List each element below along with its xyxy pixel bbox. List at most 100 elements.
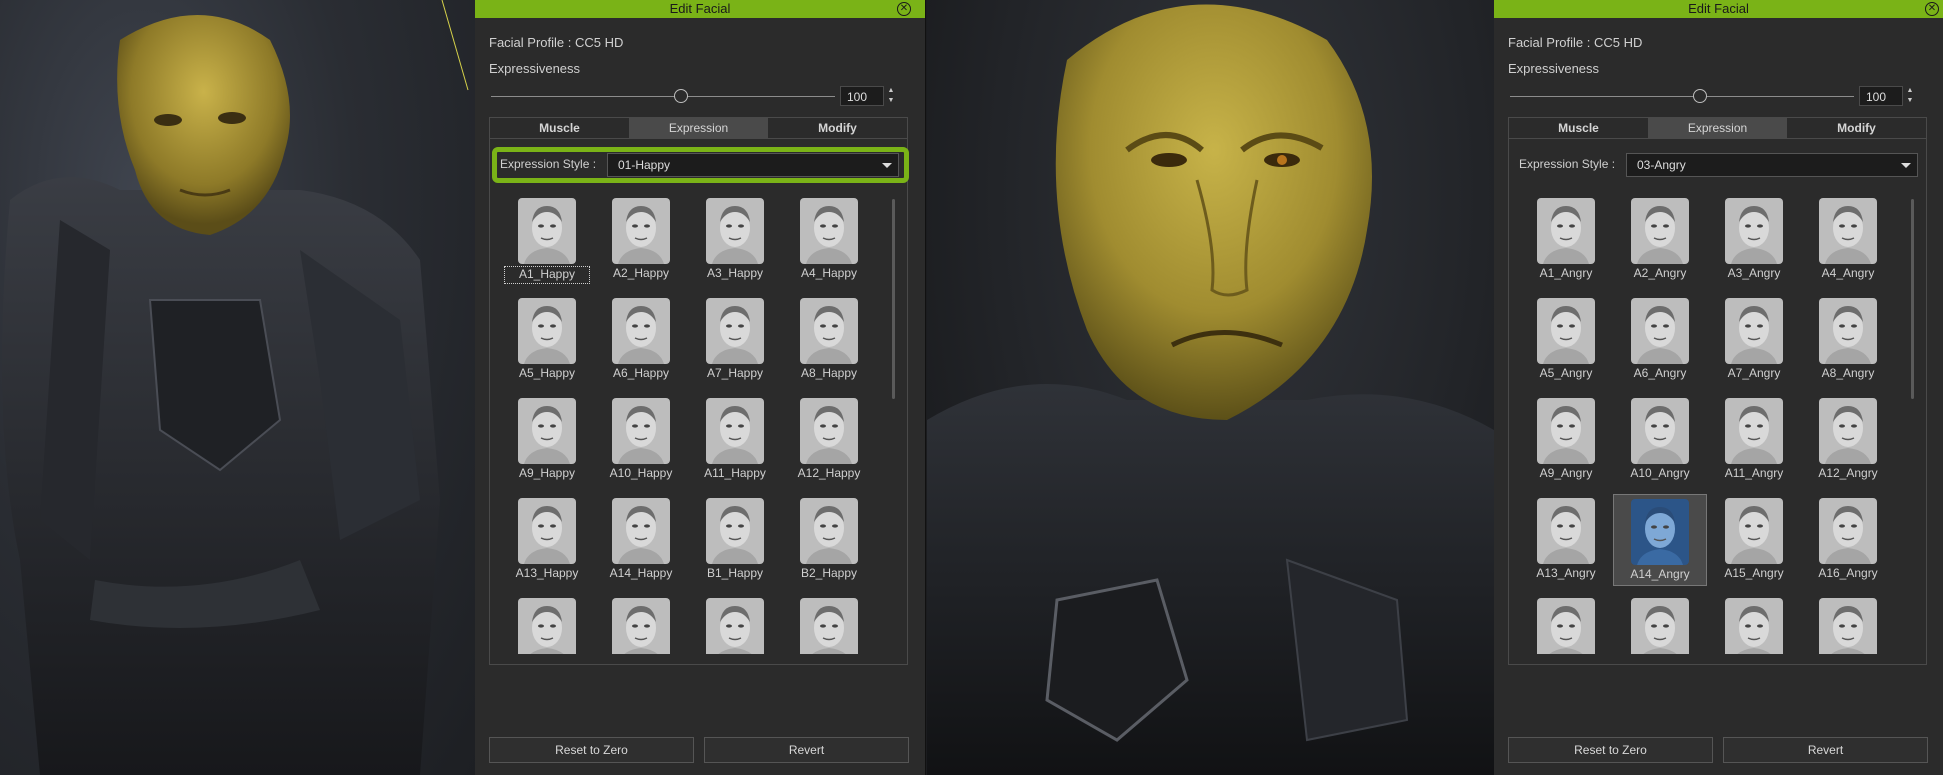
expression-thumbnail[interactable]: A9_Angry bbox=[1519, 394, 1613, 486]
expression-thumbnail[interactable]: A12_Angry bbox=[1801, 394, 1895, 486]
expression-thumbnail[interactable]: A1_Happy bbox=[500, 194, 594, 286]
face-thumbnail-icon bbox=[518, 598, 576, 654]
reset-to-zero-button[interactable]: Reset to Zero bbox=[1508, 737, 1713, 763]
expression-thumbnail[interactable]: B2_Happy bbox=[782, 494, 876, 586]
facial-tabs: Muscle Expression Modify bbox=[1508, 117, 1927, 139]
expression-thumbnail[interactable]: A5_Angry bbox=[1519, 294, 1613, 386]
expression-thumbnail[interactable]: A3_Happy bbox=[688, 194, 782, 286]
expression-style-dropdown[interactable]: 03-Angry bbox=[1626, 153, 1918, 177]
face-thumbnail-icon bbox=[1537, 598, 1595, 654]
tab-muscle[interactable]: Muscle bbox=[490, 118, 629, 138]
expression-thumbnail[interactable]: A1_Angry bbox=[1519, 194, 1613, 286]
face-thumbnail-icon bbox=[706, 398, 764, 464]
spin-up-icon[interactable]: ▲ bbox=[1904, 86, 1916, 96]
expression-thumbnail[interactable]: A13_Happy bbox=[500, 494, 594, 586]
expression-thumbnail[interactable]: A16_Angry bbox=[1801, 494, 1895, 586]
spin-up-icon[interactable]: ▲ bbox=[885, 86, 897, 96]
expression-thumbnail[interactable] bbox=[1519, 594, 1613, 654]
expression-thumbnail[interactable]: A8_Happy bbox=[782, 294, 876, 386]
tab-expression[interactable]: Expression bbox=[1648, 118, 1787, 138]
face-thumbnail-icon bbox=[1819, 198, 1877, 264]
expression-thumbnail[interactable] bbox=[1801, 594, 1895, 654]
expression-thumbnail[interactable]: A3_Angry bbox=[1707, 194, 1801, 286]
expressiveness-slider-thumb[interactable] bbox=[1693, 89, 1708, 103]
revert-button[interactable]: Revert bbox=[704, 737, 909, 763]
expression-thumbnail[interactable]: A10_Angry bbox=[1613, 394, 1707, 486]
expression-thumbnail[interactable]: A5_Happy bbox=[500, 294, 594, 386]
face-thumbnail-icon bbox=[1631, 198, 1689, 264]
expression-style-dropdown[interactable]: 01-Happy bbox=[607, 153, 899, 177]
close-icon[interactable]: ✕ bbox=[897, 2, 911, 16]
face-thumbnail-icon bbox=[1725, 398, 1783, 464]
tab-modify[interactable]: Modify bbox=[1787, 118, 1926, 138]
expression-thumbnail[interactable]: A13_Angry bbox=[1519, 494, 1613, 586]
expression-thumbnail[interactable]: A2_Angry bbox=[1613, 194, 1707, 286]
expression-thumbnail[interactable]: A4_Angry bbox=[1801, 194, 1895, 286]
expression-thumbnail[interactable]: A8_Angry bbox=[1801, 294, 1895, 386]
expression-thumbnail[interactable] bbox=[1707, 594, 1801, 654]
face-thumbnail-icon bbox=[1631, 398, 1689, 464]
expressiveness-spinner[interactable]: ▲ ▼ bbox=[1904, 86, 1916, 106]
expression-thumbnail[interactable] bbox=[594, 594, 688, 654]
expression-thumbnail-grid[interactable]: A1_Happy A2_Happy A3_Happy A4_Happy A5_Happy… bbox=[500, 194, 880, 654]
grid-scrollbar[interactable] bbox=[892, 199, 895, 399]
chevron-down-icon[interactable] bbox=[1901, 163, 1911, 168]
expression-thumbnail[interactable]: A12_Happy bbox=[782, 394, 876, 486]
expression-thumbnail-label: A2_Angry bbox=[1633, 266, 1687, 280]
expression-thumbnail-image bbox=[706, 198, 764, 264]
face-thumbnail-icon bbox=[1725, 298, 1783, 364]
revert-button[interactable]: Revert bbox=[1723, 737, 1928, 763]
close-icon[interactable]: ✕ bbox=[1925, 2, 1939, 16]
expressiveness-value-field[interactable]: 100 bbox=[840, 86, 884, 106]
expressiveness-slider-thumb[interactable] bbox=[674, 89, 689, 103]
expression-thumbnail[interactable]: A2_Happy bbox=[594, 194, 688, 286]
expression-thumbnail[interactable]: A6_Happy bbox=[594, 294, 688, 386]
expression-thumbnail[interactable]: A4_Happy bbox=[782, 194, 876, 286]
expression-thumbnail[interactable]: A6_Angry bbox=[1613, 294, 1707, 386]
expression-thumbnail[interactable]: A11_Happy bbox=[688, 394, 782, 486]
expression-thumbnail[interactable]: A14_Angry bbox=[1613, 494, 1707, 586]
chevron-down-icon[interactable] bbox=[882, 163, 892, 168]
expression-thumbnail-label: A14_Happy bbox=[609, 566, 673, 580]
viewport-closeup[interactable] bbox=[927, 0, 1494, 775]
expression-thumbnail[interactable] bbox=[782, 594, 876, 654]
face-thumbnail-icon bbox=[518, 398, 576, 464]
expression-thumbnail-label: A4_Angry bbox=[1821, 266, 1875, 280]
tab-muscle[interactable]: Muscle bbox=[1509, 118, 1648, 138]
panel-title: Edit Facial bbox=[669, 1, 731, 16]
expression-thumbnail[interactable]: A14_Happy bbox=[594, 494, 688, 586]
spin-down-icon[interactable]: ▼ bbox=[1904, 96, 1916, 106]
viewport-left[interactable] bbox=[0, 0, 475, 775]
grid-scrollbar[interactable] bbox=[1911, 199, 1914, 399]
reset-to-zero-button[interactable]: Reset to Zero bbox=[489, 737, 694, 763]
face-thumbnail-icon bbox=[612, 598, 670, 654]
expression-thumbnail-label: A9_Happy bbox=[518, 466, 576, 480]
expression-thumbnail[interactable]: A9_Happy bbox=[500, 394, 594, 486]
expression-thumbnail-image bbox=[1537, 298, 1595, 364]
expression-thumbnail[interactable]: B1_Happy bbox=[688, 494, 782, 586]
expressiveness-slider-track[interactable] bbox=[491, 96, 835, 97]
expressiveness-spinner[interactable]: ▲ ▼ bbox=[885, 86, 897, 106]
expression-thumbnail-image bbox=[1537, 198, 1595, 264]
expression-thumbnail-image bbox=[518, 598, 576, 654]
expression-thumbnail[interactable] bbox=[688, 594, 782, 654]
expression-thumbnail[interactable]: A7_Happy bbox=[688, 294, 782, 386]
tab-expression[interactable]: Expression bbox=[629, 118, 768, 138]
expression-thumbnail[interactable] bbox=[500, 594, 594, 654]
spin-down-icon[interactable]: ▼ bbox=[885, 96, 897, 106]
expressiveness-value-field[interactable]: 100 bbox=[1859, 86, 1903, 106]
expression-thumbnail[interactable]: A10_Happy bbox=[594, 394, 688, 486]
face-thumbnail-icon bbox=[518, 298, 576, 364]
tab-modify[interactable]: Modify bbox=[768, 118, 907, 138]
expression-thumbnail[interactable]: A7_Angry bbox=[1707, 294, 1801, 386]
expression-thumbnail-label: B1_Happy bbox=[706, 566, 764, 580]
expression-thumbnail-image bbox=[1631, 598, 1689, 654]
face-thumbnail-icon bbox=[1631, 499, 1689, 565]
expression-thumbnail-grid[interactable]: A1_Angry A2_Angry A3_Angry A4_Angry A5_Angry… bbox=[1519, 194, 1899, 654]
expression-thumbnail[interactable]: A15_Angry bbox=[1707, 494, 1801, 586]
expression-thumbnail[interactable] bbox=[1613, 594, 1707, 654]
face-thumbnail-icon bbox=[1631, 298, 1689, 364]
expressiveness-slider-track[interactable] bbox=[1510, 96, 1854, 97]
panel-titlebar: Edit Facial ✕ bbox=[475, 0, 925, 18]
expression-thumbnail[interactable]: A11_Angry bbox=[1707, 394, 1801, 486]
